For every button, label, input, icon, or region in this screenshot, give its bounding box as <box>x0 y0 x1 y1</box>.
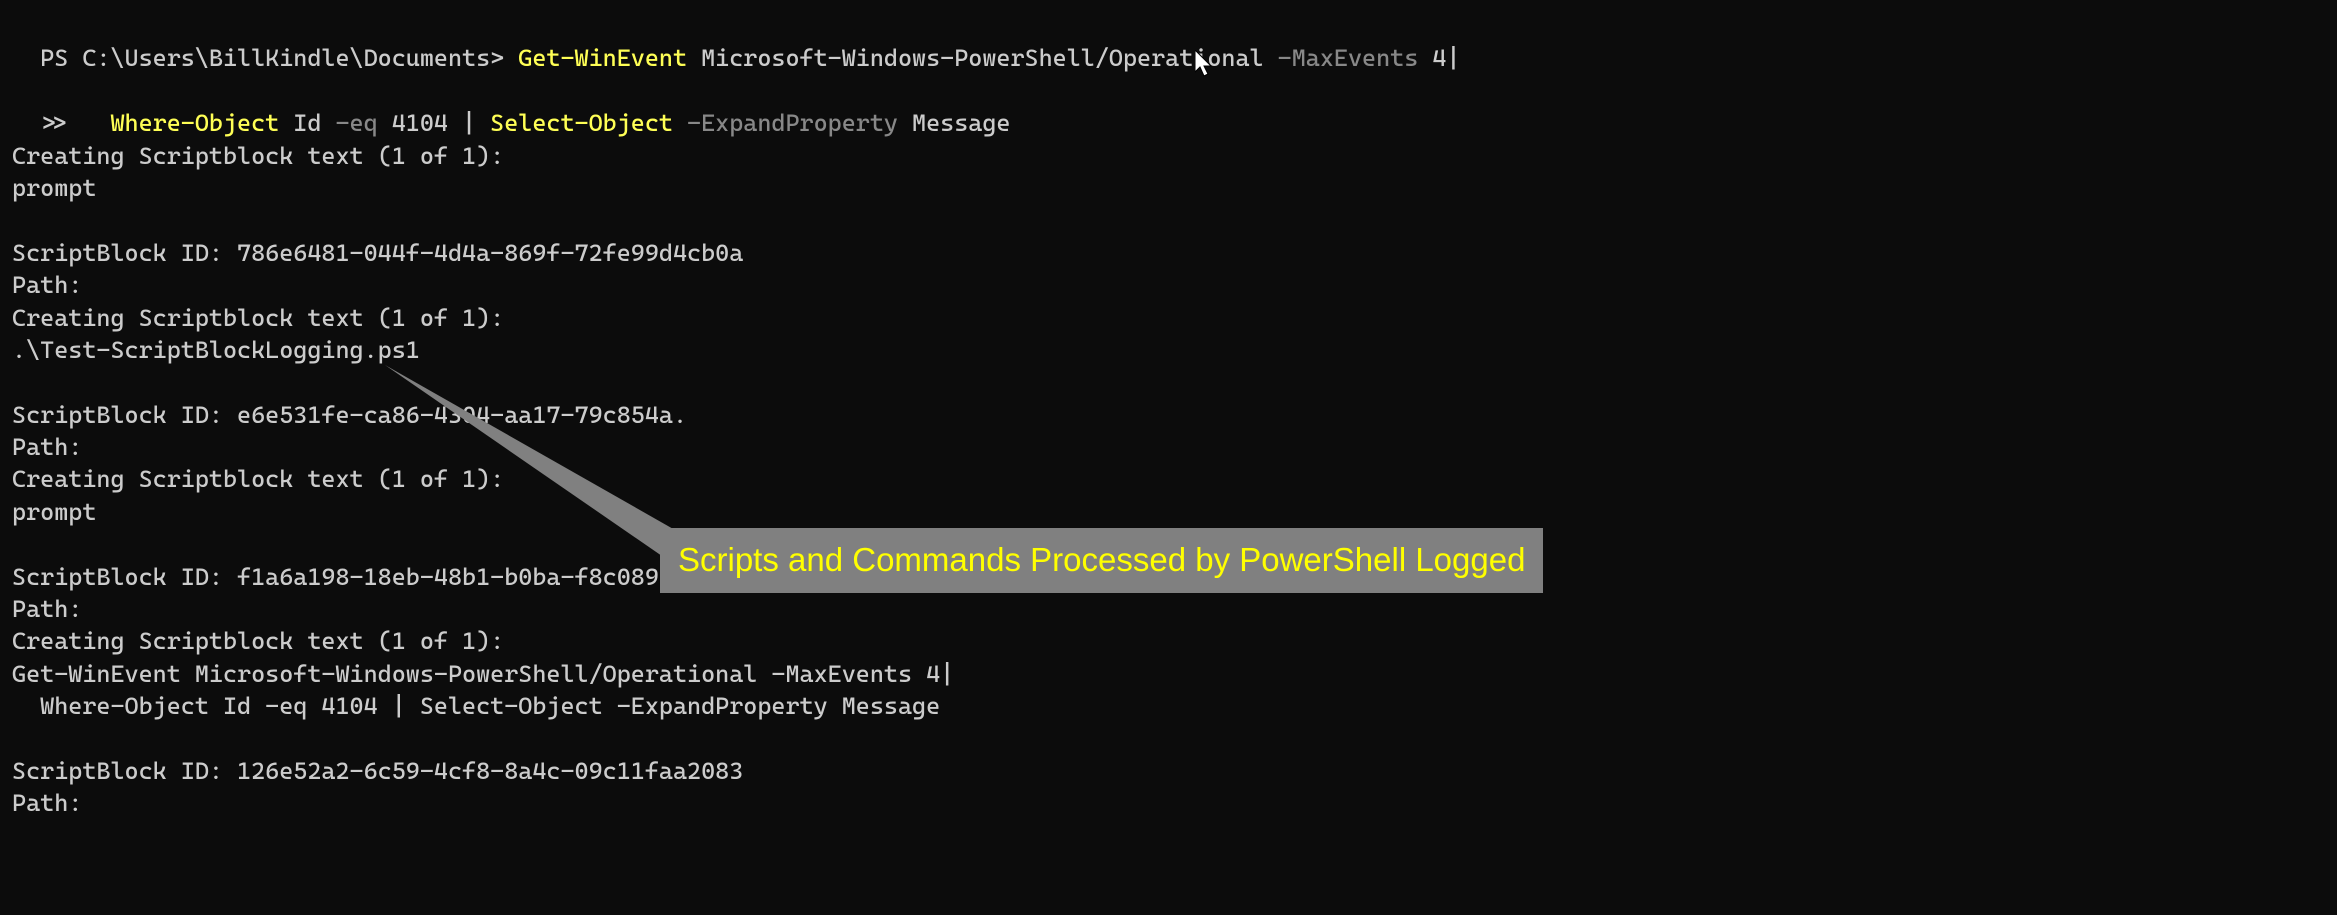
param-eq: -eq <box>335 109 377 137</box>
output-line: Creating Scriptblock text (1 of 1): <box>12 463 2325 495</box>
output-line: Path: <box>12 269 2325 301</box>
val-4104: 4104 <box>378 109 462 137</box>
output-line: Path: <box>12 431 2325 463</box>
output-line: ScriptBlock ID: 786e6481-044f-4d4a-869f-… <box>12 237 2325 269</box>
output-line: ScriptBlock ID: 126e52a2-6c59-4cf8-8a4c-… <box>12 755 2325 787</box>
output-line: Get-WinEvent Microsoft-Windows-PowerShel… <box>12 658 2325 690</box>
blank-line <box>12 204 2325 236</box>
param-maxevents: -MaxEvents <box>1278 44 1419 72</box>
annotation-callout: Scripts and Commands Processed by PowerS… <box>660 528 1543 593</box>
output-line: Creating Scriptblock text (1 of 1): <box>12 302 2325 334</box>
output-line: Creating Scriptblock text (1 of 1): <box>12 140 2325 172</box>
cmdlet-getwinevent: Get-WinEvent <box>518 44 687 72</box>
output-line: prompt <box>12 172 2325 204</box>
output-line: .\Test-ScriptBlockLogging.ps1 <box>12 334 2325 366</box>
output-line: Path: <box>12 593 2325 625</box>
cmdlet-whereobject: Where-Object <box>110 109 279 137</box>
continuation-prefix: >> <box>40 109 110 137</box>
output-line: ScriptBlock ID: e6e531fe-ca86-4304-aa17-… <box>12 399 2325 431</box>
cmdlet-selectobject: Select-Object <box>476 109 673 137</box>
val-message: Message <box>898 109 1011 137</box>
val-maxevents: 4 <box>1418 44 1446 72</box>
pipe-1: | <box>1446 44 1460 72</box>
param-expand: -ExpandProperty <box>673 109 898 137</box>
arg-logname: Microsoft-Windows-PowerShell/Operational <box>687 44 1278 72</box>
pipe-2: | <box>462 109 476 137</box>
annotation-text: Scripts and Commands Processed by PowerS… <box>678 541 1525 578</box>
arg-id: Id <box>279 109 335 137</box>
output-line: Where-Object Id -eq 4104 | Select-Object… <box>12 690 2325 722</box>
output-line: Path: <box>12 787 2325 819</box>
command-line-2: >> Where-Object Id -eq 4104 | Select-Obj… <box>12 75 2325 140</box>
output-line: Creating Scriptblock text (1 of 1): <box>12 625 2325 657</box>
blank-line <box>12 366 2325 398</box>
ps-prompt-prefix: PS C:\Users\BillKindle\Documents> <box>40 44 518 72</box>
blank-line <box>12 723 2325 755</box>
command-line-1: PS C:\Users\BillKindle\Documents> Get-Wi… <box>12 10 2325 75</box>
output-line: prompt <box>12 496 2325 528</box>
